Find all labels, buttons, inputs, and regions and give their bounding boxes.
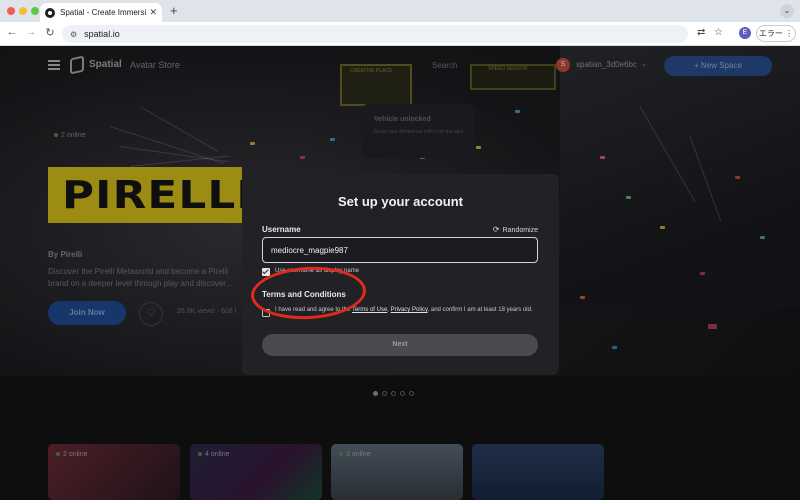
terms-checkbox[interactable]	[262, 309, 270, 317]
privacy-policy-link[interactable]: Privacy Policy	[391, 307, 428, 313]
reload-icon[interactable]: ↻	[43, 26, 57, 39]
tab-title: Spatial - Create Immersive U	[60, 8, 146, 17]
randomize-button[interactable]: ⟳ Randomize	[493, 225, 538, 234]
site-info-icon[interactable]: ⚙	[70, 30, 77, 39]
next-button[interactable]: Next	[262, 334, 538, 356]
terms-of-use-link[interactable]: Terms of Use	[352, 307, 387, 313]
setup-account-modal: Set up your account Username ⟳ Randomize …	[242, 174, 559, 375]
display-name-checkbox[interactable]	[262, 268, 270, 276]
address-bar[interactable]: ⚙ spatial.io	[62, 25, 688, 43]
url-text: spatial.io	[84, 29, 120, 39]
terms-text: I have read and agree to the Terms of Us…	[275, 307, 533, 313]
tab-search-button[interactable]: ⌄	[780, 4, 794, 18]
new-tab-button[interactable]: +	[170, 3, 178, 18]
back-icon[interactable]: ←	[5, 26, 19, 38]
minimize-window-button[interactable]	[19, 7, 27, 15]
profile-avatar[interactable]: E	[739, 27, 751, 39]
browser-tab[interactable]: Spatial - Create Immersive U ✕	[40, 3, 162, 22]
translate-icon[interactable]: ⇄	[697, 27, 705, 38]
username-label: Username	[262, 225, 301, 234]
refresh-icon: ⟳	[492, 225, 500, 234]
browser-menu-error-button[interactable]: エラー ⋮	[756, 25, 796, 42]
username-input[interactable]	[262, 237, 538, 263]
spatial-page: CREATIVE PLACE SPEED SENSOR Vehicle unlo…	[0, 46, 800, 500]
browser-tab-strip: Spatial - Create Immersive U ✕ + ⌄	[0, 0, 800, 22]
close-window-button[interactable]	[7, 7, 15, 15]
bookmark-star-icon[interactable]: ☆	[714, 27, 723, 38]
maximize-window-button[interactable]	[31, 7, 39, 15]
tab-close-icon[interactable]: ✕	[149, 7, 157, 18]
spatial-favicon-icon	[45, 7, 55, 18]
modal-title: Set up your account	[338, 194, 463, 209]
forward-icon[interactable]: →	[24, 26, 38, 38]
browser-toolbar: ← → ↻ ⚙ spatial.io ⇄ ☆ E エラー ⋮	[0, 22, 800, 46]
display-name-checkbox-label[interactable]: Use username as display name	[275, 268, 359, 274]
terms-heading: Terms and Conditions	[262, 290, 346, 299]
